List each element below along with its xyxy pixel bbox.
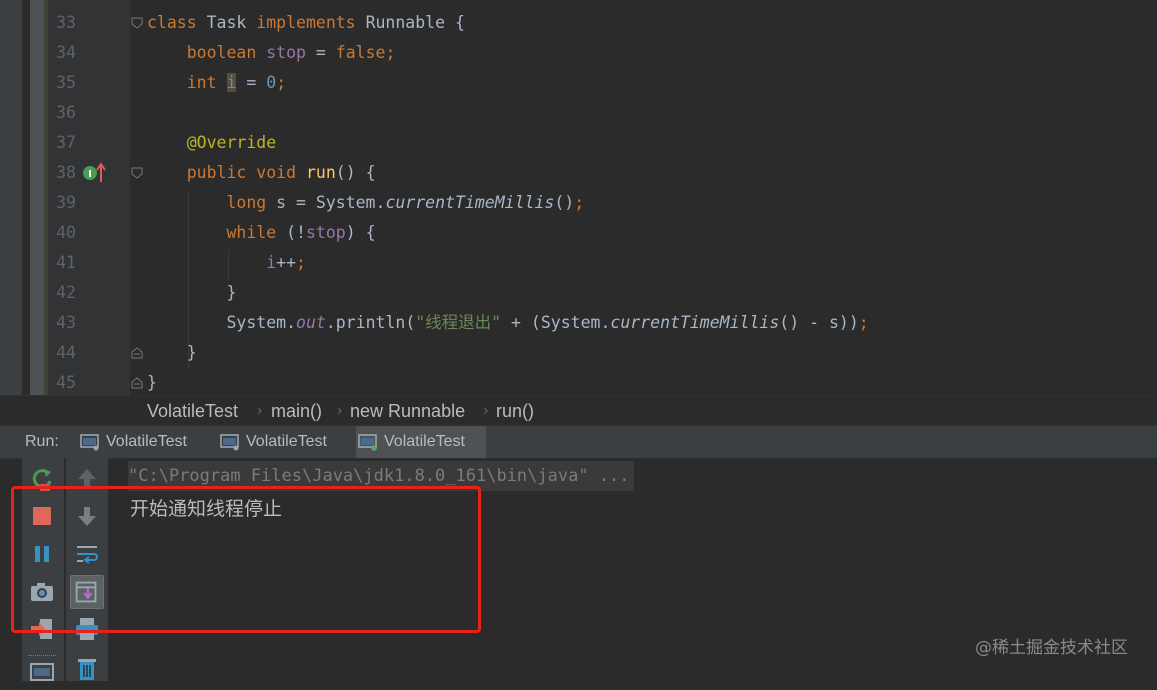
breadcrumb: VolatileTest › main() › new Runnable › r… (0, 395, 1157, 426)
line-number: 44 (56, 343, 76, 362)
code-text: } (147, 373, 157, 392)
run-label: Run: (25, 433, 59, 450)
breadcrumb-separator: › (483, 403, 489, 419)
code-line[interactable]: 35 int i = 0; (0, 68, 1157, 98)
breadcrumb-item-main[interactable]: main() (271, 396, 322, 426)
toolbar-separator (28, 655, 56, 656)
line-number: 42 (56, 283, 76, 302)
line-number: 36 (56, 103, 76, 122)
line-number: 37 (56, 133, 76, 152)
run-tab-bar: Run: VolatileTest VolatileTest VolatileT… (0, 425, 1157, 459)
tab-label: VolatileTest (384, 433, 465, 450)
line-number: 41 (56, 253, 76, 272)
breadcrumb-separator: › (257, 403, 263, 419)
watermark: @稀土掘金技术社区 (975, 638, 1128, 658)
line-number: 43 (56, 313, 76, 332)
tab-run-volatiletest-3[interactable]: VolatileTest (356, 426, 486, 458)
code-text: } (147, 283, 237, 302)
code-line[interactable]: 43 System.out.println("线程退出" + (System.c… (0, 308, 1157, 338)
breadcrumb-item-runnable[interactable]: new Runnable (350, 396, 465, 426)
left-tool-strip (0, 0, 44, 425)
code-line[interactable]: 41 i++; (0, 248, 1157, 278)
line-number: 39 (56, 193, 76, 212)
code-text: System.out.println("线程退出" + (System.curr… (226, 313, 869, 332)
code-line[interactable]: 38 public void run() { (0, 158, 1157, 188)
tab-run-volatiletest-1[interactable]: VolatileTest (78, 426, 206, 458)
code-line[interactable]: 44 } (0, 338, 1157, 368)
tab-run-volatiletest-2[interactable]: VolatileTest (218, 426, 346, 458)
code-line[interactable]: 40 while (!stop) { (0, 218, 1157, 248)
code-text: } (147, 343, 197, 362)
code-text: i++; (266, 253, 306, 272)
code-text: class Task implements Runnable { (147, 13, 465, 32)
line-number: 40 (56, 223, 76, 242)
code-line[interactable]: 36 (0, 98, 1157, 128)
code-line[interactable]: 45} (0, 368, 1157, 398)
layout-icon[interactable] (27, 660, 57, 690)
code-text: @Override (186, 133, 277, 152)
run-config-active-icon (358, 434, 377, 451)
breadcrumb-separator: › (337, 403, 343, 419)
code-text: boolean stop = false; (186, 43, 396, 62)
tab-label: VolatileTest (246, 433, 327, 450)
line-number: 34 (56, 43, 76, 62)
code-line[interactable]: 34 boolean stop = false; (0, 38, 1157, 68)
tab-label: VolatileTest (106, 433, 187, 450)
run-config-icon (80, 434, 99, 451)
code-line[interactable]: 37 @Override (0, 128, 1157, 158)
breadcrumb-item-class[interactable]: VolatileTest (147, 396, 238, 426)
code-text: while (!stop) { (226, 223, 376, 242)
code-text: int i = 0; (186, 73, 287, 92)
clear-all-icon[interactable] (72, 654, 102, 684)
red-annotation-box (11, 486, 481, 633)
line-number: 33 (56, 13, 76, 32)
run-config-icon (220, 434, 239, 451)
line-number: 38 (56, 163, 76, 182)
code-text: long s = System.currentTimeMillis(); (226, 193, 585, 212)
breadcrumb-item-run[interactable]: run() (496, 396, 534, 426)
code-editor[interactable]: I 33 class Task implements Runnable {34 b… (0, 0, 1157, 395)
code-line[interactable]: 39 long s = System.currentTimeMillis(); (0, 188, 1157, 218)
line-number: 45 (56, 373, 76, 392)
code-line[interactable]: 33 class Task implements Runnable { (0, 8, 1157, 38)
line-number: 35 (56, 73, 76, 92)
code-line[interactable]: 42 } (0, 278, 1157, 308)
code-text: public void run() { (186, 163, 376, 182)
